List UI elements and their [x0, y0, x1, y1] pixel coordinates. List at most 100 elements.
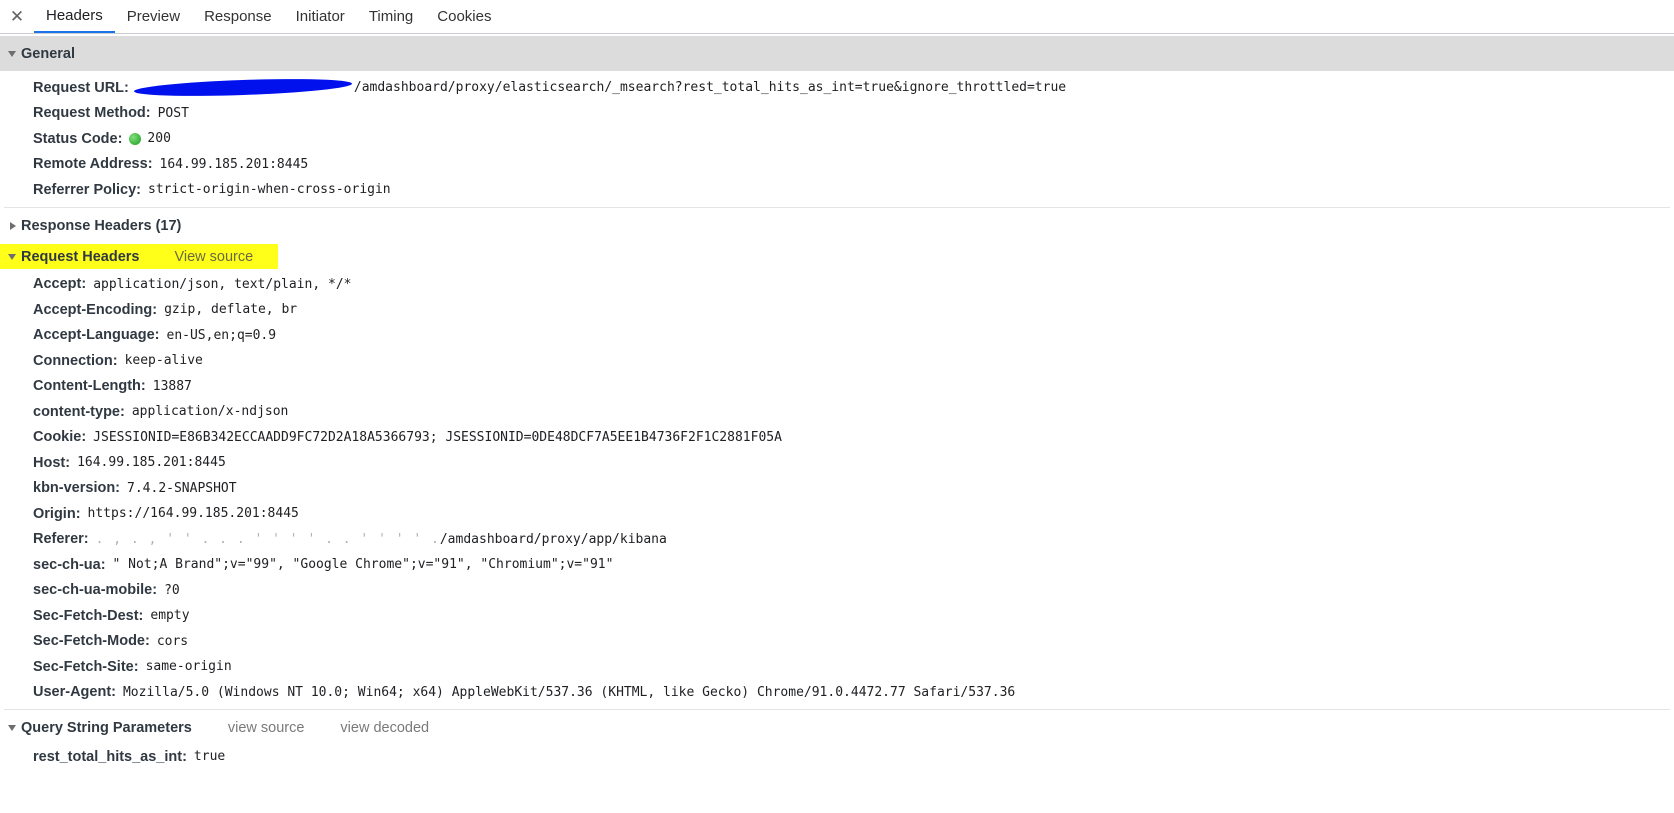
tab-initiator[interactable]: Initiator — [284, 0, 357, 33]
header-row: Accept-Encoding: gzip, deflate, br — [0, 297, 1674, 323]
header-row: content-type: application/x-ndjson — [0, 399, 1674, 425]
header-row: Accept: application/json, text/plain, */* — [0, 272, 1674, 298]
query-param-row: rest_total_hits_as_int: true — [0, 744, 1674, 770]
view-decoded-link[interactable]: view decoded — [340, 720, 429, 736]
query-string-list: rest_total_hits_as_int: true — [0, 744, 1674, 770]
view-source-link[interactable]: view source — [228, 720, 305, 736]
request-method-key: Request Method: — [33, 105, 151, 122]
header-row: Connection: keep-alive — [0, 348, 1674, 374]
request-url-row: Request URL: /amdashboard/proxy/elastics… — [0, 75, 1674, 101]
query-string-title: Query String Parameters — [21, 720, 192, 736]
header-key: sec-ch-ua-mobile: — [33, 582, 158, 599]
response-headers-title: Response Headers (17) — [21, 217, 182, 234]
header-key: Accept: — [33, 276, 87, 293]
request-method-row: Request Method: POST — [0, 101, 1674, 127]
general-section: Request URL: /amdashboard/proxy/elastics… — [0, 71, 1674, 203]
header-row: sec-ch-ua: " Not;A Brand";v="99", "Google… — [0, 552, 1674, 578]
status-code-row: Status Code: 200 — [0, 126, 1674, 152]
header-row: Cookie: JSESSIONID=E86B342ECCAADD9FC72D2A… — [0, 425, 1674, 451]
header-value: /amdashboard/proxy/app/kibana — [439, 531, 667, 547]
header-key: Connection: — [33, 352, 118, 369]
header-value: empty — [150, 608, 190, 624]
header-row: Content-Length: 13887 — [0, 374, 1674, 400]
header-key: Referer: — [33, 531, 89, 548]
header-row: sec-ch-ua-mobile: ?0 — [0, 578, 1674, 604]
redaction-scribble — [133, 76, 353, 100]
request-headers-title: Request Headers — [21, 248, 140, 265]
referrer-policy-value: strict-origin-when-cross-origin — [148, 182, 391, 198]
header-key: Accept-Encoding: — [33, 301, 158, 318]
header-row: Sec-Fetch-Site: same-origin — [0, 654, 1674, 680]
close-icon[interactable]: ✕ — [0, 0, 34, 33]
section-divider — [4, 709, 1670, 710]
header-key: Accept-Language: — [33, 327, 160, 344]
remote-address-value: 164.99.185.201:8445 — [159, 156, 309, 172]
header-value: 164.99.185.201:8445 — [77, 455, 226, 471]
general-title: General — [21, 45, 75, 62]
param-value: true — [193, 749, 226, 765]
query-string-section-header[interactable]: Query String Parameters view source view… — [0, 712, 1674, 744]
header-value: https://164.99.185.201:8445 — [87, 506, 299, 522]
request-headers-section-header[interactable]: Request Headers View source — [0, 242, 1674, 272]
collapse-triangle-icon — [10, 221, 16, 230]
request-url-key: Request URL: — [33, 79, 129, 96]
header-value: " Not;A Brand";v="99", "Google Chrome";v… — [112, 557, 614, 573]
status-code-key: Status Code: — [33, 130, 123, 147]
tab-response[interactable]: Response — [192, 0, 284, 33]
header-key: User-Agent: — [33, 684, 116, 701]
header-row: kbn-version: 7.4.2-SNAPSHOT — [0, 476, 1674, 502]
expand-triangle-icon — [8, 725, 16, 731]
header-key: content-type: — [33, 403, 125, 420]
header-value: cors — [156, 633, 189, 649]
devtools-tabbar: ✕ Headers Preview Response Initiator Tim… — [0, 0, 1674, 34]
header-row-referer: Referer: . , . , ' ' . . . ' ' ' ' . . '… — [0, 527, 1674, 553]
header-value: Mozilla/5.0 (Windows NT 10.0; Win64; x64… — [122, 684, 1016, 700]
status-ok-icon — [129, 132, 142, 145]
header-key: Cookie: — [33, 429, 87, 446]
param-key: rest_total_hits_as_int: — [33, 748, 187, 765]
general-section-header[interactable]: General — [0, 36, 1674, 71]
request-headers-list: Accept: application/json, text/plain, */*… — [0, 272, 1674, 706]
tab-cookies[interactable]: Cookies — [425, 0, 503, 33]
header-value: application/json, text/plain, */* — [93, 276, 352, 292]
header-value: same-origin — [145, 659, 232, 675]
status-code-value: 200 — [147, 131, 171, 147]
tab-timing[interactable]: Timing — [357, 0, 425, 33]
view-source-link[interactable]: View source — [174, 249, 253, 265]
header-value: 13887 — [152, 378, 192, 394]
referrer-policy-row: Referrer Policy: strict-origin-when-cros… — [0, 177, 1674, 203]
remote-address-key: Remote Address: — [33, 156, 153, 173]
header-key: kbn-version: — [33, 480, 121, 497]
header-row: Sec-Fetch-Mode: cors — [0, 629, 1674, 655]
remote-address-row: Remote Address: 164.99.185.201:8445 — [0, 152, 1674, 178]
header-key: Origin: — [33, 505, 81, 522]
header-row: Accept-Language: en-US,en;q=0.9 — [0, 323, 1674, 349]
header-key: Sec-Fetch-Mode: — [33, 633, 150, 650]
tab-preview[interactable]: Preview — [115, 0, 192, 33]
header-value: ?0 — [164, 582, 180, 598]
header-row: User-Agent: Mozilla/5.0 (Windows NT 10.0;… — [0, 680, 1674, 706]
response-headers-section-header[interactable]: Response Headers (17) — [0, 210, 1674, 242]
header-row: Host: 164.99.185.201:8445 — [0, 450, 1674, 476]
highlight-marker: Request Headers View source — [0, 244, 278, 269]
expand-triangle-icon — [8, 50, 16, 57]
section-divider — [4, 206, 1670, 208]
header-value: application/x-ndjson — [131, 404, 289, 420]
header-value: keep-alive — [124, 353, 203, 369]
header-value: JSESSIONID=E86B342ECCAADD9FC72D2A18A5366… — [93, 429, 782, 445]
header-row: Origin: https://164.99.185.201:8445 — [0, 501, 1674, 527]
header-value: gzip, deflate, br — [164, 302, 298, 318]
header-key: sec-ch-ua: — [33, 556, 106, 573]
referrer-policy-key: Referrer Policy: — [33, 181, 141, 198]
header-key: Host: — [33, 454, 71, 471]
redacted-text: . , . , ' ' . . . ' ' ' ' . . ' ' ' ' . — [95, 531, 440, 547]
header-value: 7.4.2-SNAPSHOT — [127, 480, 237, 496]
request-method-value: POST — [157, 105, 189, 121]
header-value: en-US,en;q=0.9 — [166, 327, 277, 343]
header-row: Sec-Fetch-Dest: empty — [0, 603, 1674, 629]
request-url-value: /amdashboard/proxy/elasticsearch/_msearc… — [353, 80, 1067, 96]
tab-headers[interactable]: Headers — [34, 0, 115, 33]
header-key: Content-Length: — [33, 378, 146, 395]
header-key: Sec-Fetch-Site: — [33, 658, 139, 675]
header-key: Sec-Fetch-Dest: — [33, 607, 144, 624]
